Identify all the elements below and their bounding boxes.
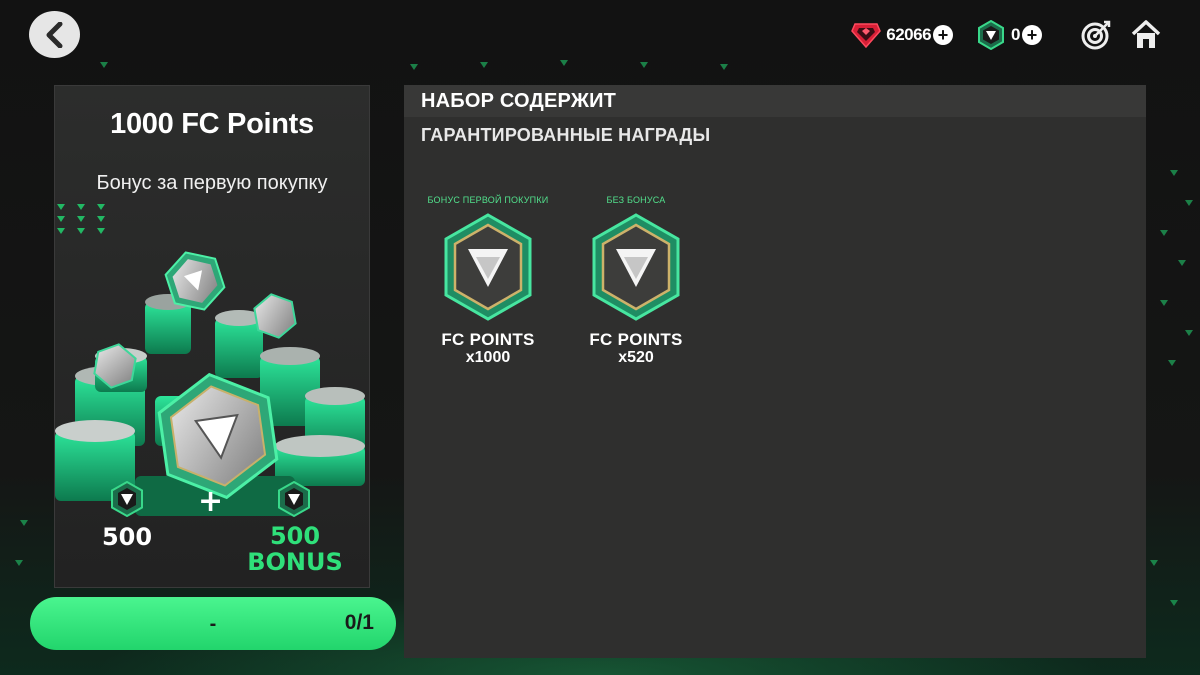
- reward-item[interactable]: БЕЗ БОНУСА FC POINTS x520: [561, 195, 711, 367]
- add-fc-points-button[interactable]: +: [1022, 25, 1042, 45]
- pack-contents-panel: НАБОР СОДЕРЖИТ ГАРАНТИРОВАННЫЕ НАГРАДЫ Б…: [404, 85, 1146, 658]
- home-icon[interactable]: [1128, 17, 1164, 53]
- chevron-left-icon: [46, 21, 62, 48]
- reward-tag: БОНУС ПЕРВОЙ ПОКУПКИ: [427, 195, 549, 205]
- currency-points: 62066 +: [850, 19, 954, 51]
- offer-card[interactable]: 1000 FC Points Бонус за первую покупку +…: [54, 85, 370, 588]
- add-points-button[interactable]: +: [933, 25, 954, 45]
- decor-triangle: [1170, 170, 1178, 176]
- decor-triangle: [1168, 360, 1176, 366]
- reward-quantity: x520: [618, 349, 654, 366]
- panel-header: НАБОР СОДЕРЖИТ: [404, 85, 1146, 117]
- bonus-amount-block: 500 BONUS: [230, 523, 360, 575]
- decor-triangle: [1178, 260, 1186, 266]
- reward-item[interactable]: БОНУС ПЕРВОЙ ПОКУПКИ FC POINTS x1000: [413, 195, 563, 367]
- purchase-limit-count: 0/1: [344, 611, 374, 634]
- offer-subtitle: Бонус за первую покупку: [96, 172, 328, 194]
- back-button[interactable]: [29, 11, 80, 58]
- currency-bar: 62066 + 0 +: [850, 16, 1164, 54]
- decor-triangle: [1185, 200, 1193, 206]
- decor-triangle: [100, 62, 108, 68]
- decor-triangle: [1160, 300, 1168, 306]
- decor-triangle: [640, 62, 648, 68]
- decor-triangle: [15, 560, 23, 566]
- buy-price: -: [209, 613, 217, 635]
- decor-triangle: [720, 64, 728, 70]
- reward-tag: БЕЗ БОНУСА: [606, 195, 666, 205]
- decor-triangle: [20, 520, 28, 526]
- base-amount: 500: [101, 523, 153, 551]
- ruby-gem-icon: [850, 19, 882, 51]
- decor-triangle: [560, 60, 568, 66]
- fc-points-icon: [278, 481, 310, 517]
- currency-points-value: 62066: [886, 25, 932, 44]
- decor-triangle: [480, 62, 488, 68]
- fc-points-icon: [111, 481, 143, 517]
- buy-button[interactable]: - 0/1: [30, 597, 396, 650]
- fc-points-badge-icon: [592, 213, 680, 321]
- decor-triangle: [1150, 560, 1158, 566]
- plus-sign: +: [198, 484, 224, 519]
- reward-quantity: x1000: [465, 349, 511, 366]
- decor-triangle: [1160, 230, 1168, 236]
- currency-fc-points-value: 0: [1011, 25, 1020, 44]
- bonus-label: BONUS: [247, 548, 343, 576]
- reward-name: FC POINTS: [441, 330, 535, 349]
- target-icon[interactable]: [1078, 17, 1114, 53]
- bonus-amount: 500: [269, 522, 321, 550]
- decor-triangle: [1170, 600, 1178, 606]
- reward-name: FC POINTS: [589, 330, 683, 349]
- decor-triangle: [410, 64, 418, 70]
- currency-fc-points: 0 +: [975, 19, 1042, 51]
- offer-title: 1000 FC Points: [110, 108, 314, 140]
- guaranteed-rewards-title: ГАРАНТИРОВАННЫЕ НАГРАДЫ: [421, 125, 711, 145]
- fc-points-icon: [975, 19, 1007, 51]
- decor-triangle: [1185, 330, 1193, 336]
- fc-points-badge-icon: [444, 213, 532, 321]
